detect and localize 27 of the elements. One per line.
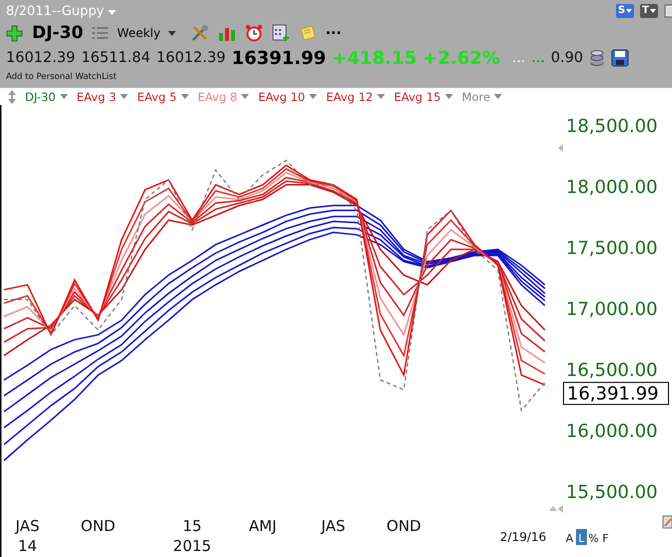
y-axis-label: 18,000.00 xyxy=(566,177,658,198)
last-price: 16391.99 xyxy=(232,48,326,68)
last-date-label: 2/19/16 xyxy=(500,530,546,544)
low-value: 16012.39 xyxy=(156,50,226,66)
y-axis-label: 15,500.00 xyxy=(566,482,658,503)
y-axis-label: 16,500.00 xyxy=(566,360,658,381)
y-axis-label: 17,500.00 xyxy=(566,238,658,259)
ellipsis-text: ... xyxy=(532,50,545,66)
high-value: 16511.84 xyxy=(81,50,150,66)
price-change: +418.15 xyxy=(332,48,417,68)
percent-change: +2.62% xyxy=(422,48,500,68)
price-tag: 16,391.99 xyxy=(563,382,669,405)
symbol-label: DJ-30 xyxy=(32,23,84,43)
x-axis-label: OND xyxy=(80,517,116,535)
y-axis-label: 18,500.00 xyxy=(566,116,658,137)
x-axis-label: JAS xyxy=(321,517,346,535)
x-axis-label: JAS xyxy=(16,517,40,535)
ellipsis-text: ... xyxy=(512,50,526,66)
year-label: 14 xyxy=(18,537,38,555)
open-value: 16012.39 xyxy=(6,50,76,66)
year-label: 2015 xyxy=(173,537,212,555)
x-axis-label: OND xyxy=(386,517,422,535)
x-axis-label: AMJ xyxy=(248,517,277,535)
ratio-value: 0.90 xyxy=(550,50,584,66)
y-axis-label: 17,000.00 xyxy=(566,299,658,320)
x-axis-label: 15 xyxy=(182,517,202,535)
y-axis-label: 16,000.00 xyxy=(566,421,658,442)
